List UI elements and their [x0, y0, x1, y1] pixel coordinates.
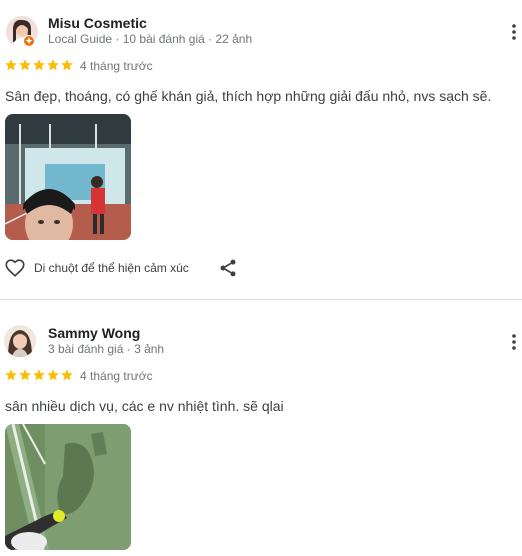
review-photo[interactable]: [5, 424, 131, 550]
share-icon[interactable]: [218, 258, 238, 278]
reaction-hint: Di chuột để thể hiện cảm xúc: [34, 261, 189, 275]
star-rating: [4, 368, 74, 382]
reviewer-name[interactable]: Misu Cosmetic: [48, 15, 147, 31]
star-icon: [47, 59, 59, 71]
star-icon: [5, 59, 17, 71]
more-vert-icon[interactable]: [502, 330, 522, 354]
star-icon: [5, 369, 17, 381]
reviewer-meta: 3 bài đánh giá · 3 ảnh: [48, 342, 165, 356]
review-photo[interactable]: [5, 114, 131, 240]
star-rating: [4, 58, 74, 72]
review-time: 4 tháng trước: [80, 369, 153, 383]
review-card: Sammy Wong 3 bài đánh giá · 3 ảnh 4 thán…: [0, 300, 522, 556]
more-vert-icon[interactable]: [502, 20, 522, 44]
review-text: Sân đẹp, thoáng, có ghế khán giả, thích …: [5, 88, 492, 104]
heart-outline-icon[interactable]: [4, 257, 26, 279]
star-icon: [19, 59, 31, 71]
star-icon: [33, 59, 45, 71]
review-card: ✦ Misu Cosmetic Local Guide · 10 bài đán…: [0, 0, 522, 300]
star-icon: [61, 59, 73, 71]
reaction-row: Di chuột để thể hiện cảm xúc: [4, 257, 189, 279]
star-icon: [19, 369, 31, 381]
star-icon: [33, 369, 45, 381]
review-time: 4 tháng trước: [80, 59, 153, 73]
reviewer-meta: Local Guide · 10 bài đánh giá · 22 ảnh: [48, 32, 253, 46]
star-icon: [47, 369, 59, 381]
review-text: sân nhiều dịch vụ, các e nv nhiệt tình. …: [5, 398, 284, 414]
reviewer-name[interactable]: Sammy Wong: [48, 325, 140, 341]
local-guide-badge-icon: ✦: [23, 35, 35, 47]
star-icon: [61, 369, 73, 381]
reviewer-avatar[interactable]: [4, 325, 36, 357]
